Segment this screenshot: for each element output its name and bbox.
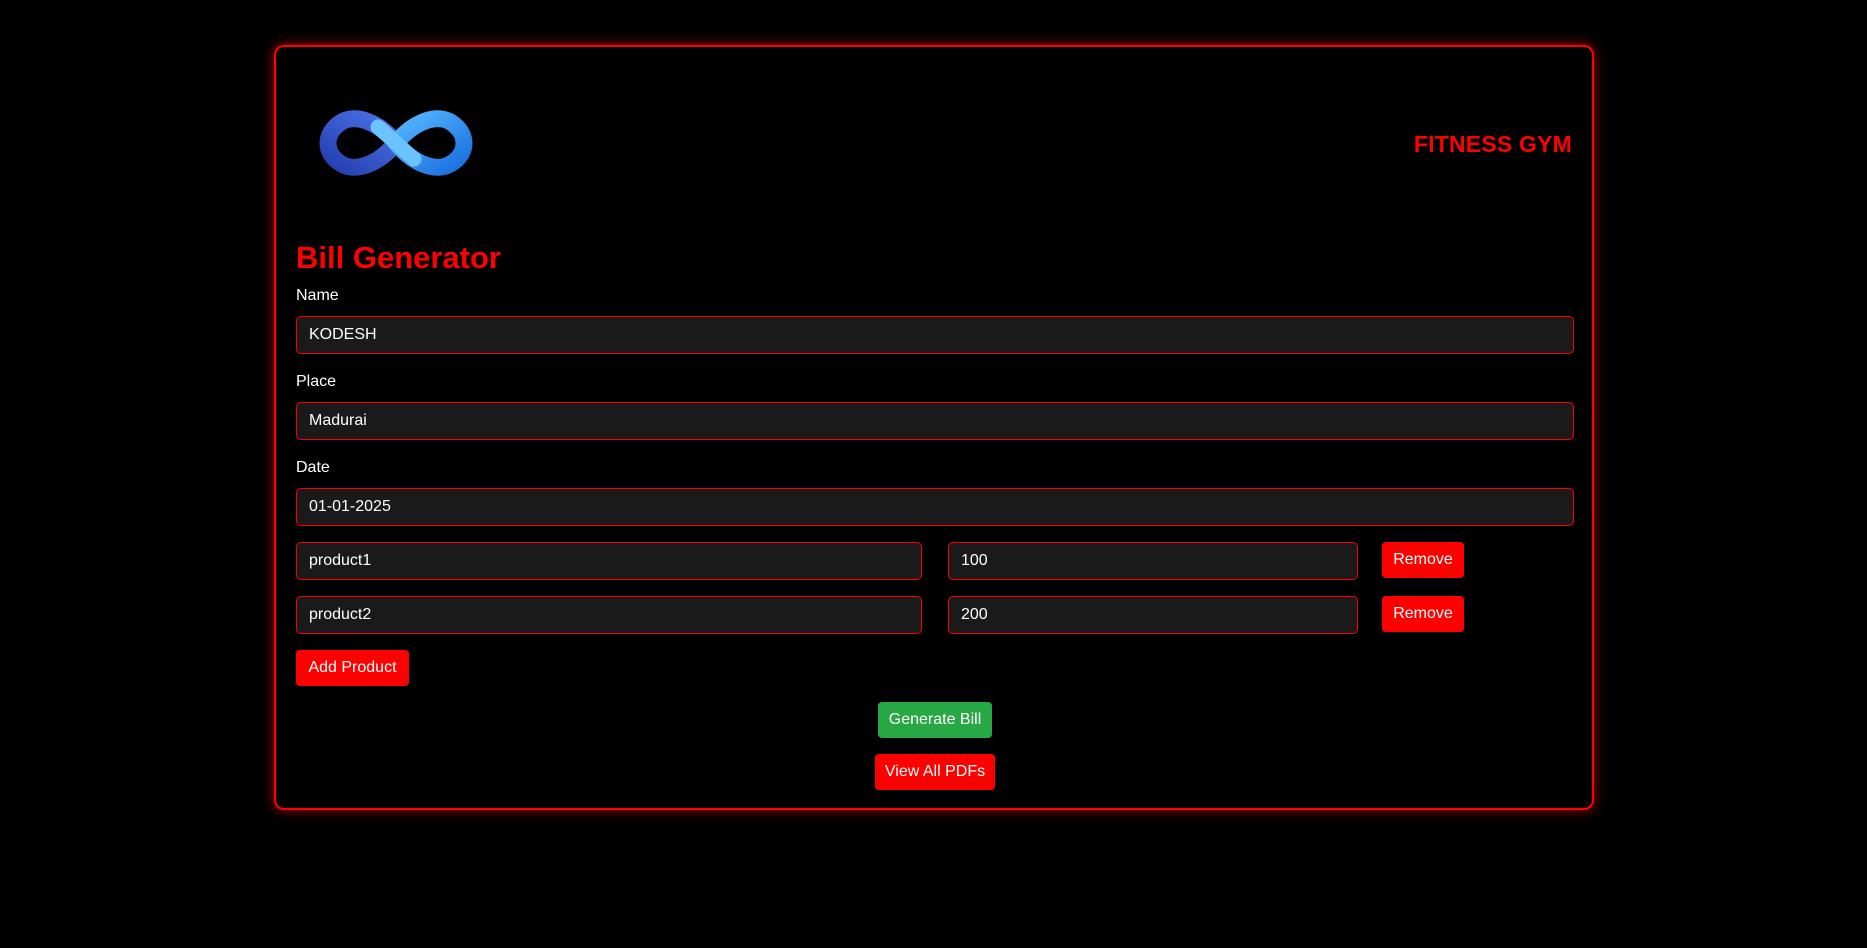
date-input[interactable]: 01-01-2025 bbox=[296, 488, 1574, 526]
product-name-input[interactable]: product2 bbox=[296, 596, 922, 634]
place-label: Place bbox=[296, 373, 337, 390]
name-input[interactable]: KODESH bbox=[296, 316, 1574, 354]
remove-product-button[interactable]: Remove bbox=[1382, 542, 1464, 578]
product-name-input[interactable]: product1 bbox=[296, 542, 922, 580]
generate-bill-button[interactable]: Generate Bill bbox=[878, 702, 992, 738]
place-input[interactable]: Madurai bbox=[296, 402, 1574, 440]
bill-generator-card: FITNESS GYM Bill Generator Name KODESH P… bbox=[274, 45, 1594, 810]
page-title: Bill Generator bbox=[296, 240, 501, 275]
infinity-logo-icon bbox=[319, 110, 473, 176]
add-product-button[interactable]: Add Product bbox=[296, 650, 409, 686]
brand-name: FITNESS GYM bbox=[1413, 131, 1572, 157]
name-label: Name bbox=[296, 287, 339, 304]
remove-product-button[interactable]: Remove bbox=[1382, 596, 1464, 632]
product-price-input[interactable]: 200 bbox=[948, 596, 1358, 634]
date-label: Date bbox=[296, 459, 330, 476]
view-all-pdfs-button[interactable]: View All PDFs bbox=[875, 754, 995, 790]
product-price-input[interactable]: 100 bbox=[948, 542, 1358, 580]
